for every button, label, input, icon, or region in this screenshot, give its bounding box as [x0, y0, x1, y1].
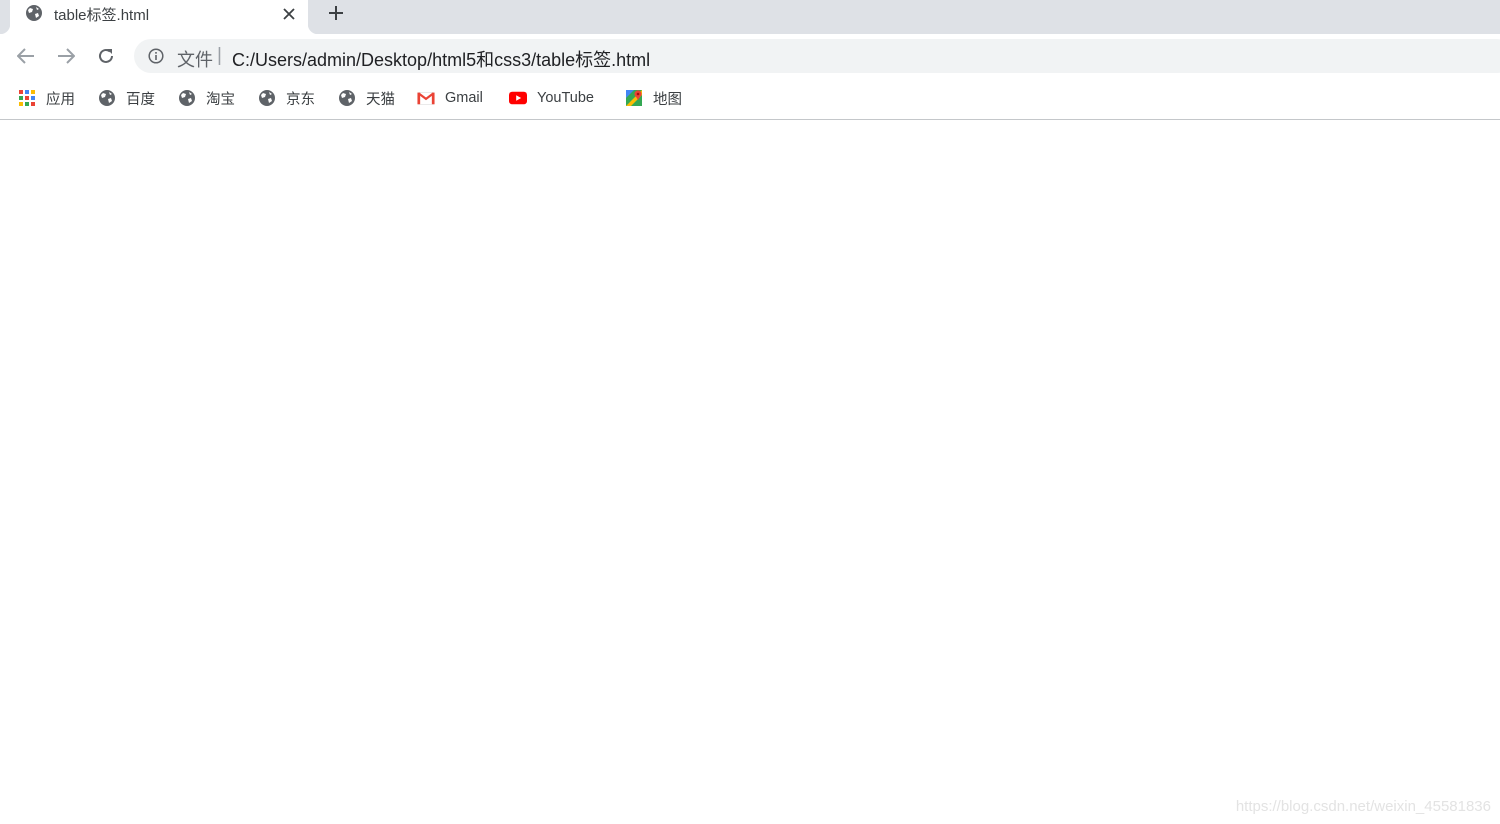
info-icon[interactable]	[148, 48, 164, 64]
arrow-left-icon[interactable]	[14, 44, 38, 68]
arrow-right-icon[interactable]	[54, 44, 78, 68]
bookmark-maps[interactable]: 地图	[625, 88, 682, 108]
maps-icon	[625, 89, 643, 107]
bookmark-label: 百度	[126, 91, 155, 108]
gmail-icon	[417, 89, 435, 107]
globe-icon	[338, 89, 356, 107]
bookmarks-bar: 应用 百度 淘宝 京东 天猫 Gmail YouTube 地图	[0, 78, 1500, 120]
bookmark-gmail[interactable]: Gmail	[417, 88, 483, 108]
bookmark-apps[interactable]: 应用	[18, 88, 75, 108]
apps-grid-icon	[18, 89, 36, 107]
bookmark-tmall[interactable]: 天猫	[338, 88, 395, 108]
bookmark-label: 应用	[46, 91, 75, 108]
reload-icon[interactable]	[94, 44, 118, 68]
bookmark-taobao[interactable]: 淘宝	[178, 88, 235, 108]
bookmark-label: 地图	[653, 91, 682, 108]
bookmark-jd[interactable]: 京东	[258, 88, 315, 108]
tab-title: table标签.html	[54, 7, 150, 24]
scheme-separator: |	[217, 45, 222, 66]
tab-strip: table标签.html	[0, 0, 1500, 34]
bookmark-label: YouTube	[537, 90, 594, 106]
globe-icon	[98, 89, 116, 107]
watermark-text: https://blog.csdn.net/weixin_45581836	[1235, 798, 1491, 815]
bookmark-label: 淘宝	[206, 91, 235, 108]
plus-icon[interactable]	[325, 2, 347, 24]
globe-icon	[258, 89, 276, 107]
address-bar[interactable]: 文件 | C:/Users/admin/Desktop/html5和css3/t…	[134, 39, 1500, 73]
youtube-icon	[509, 89, 527, 107]
globe-icon	[178, 89, 196, 107]
url-text[interactable]: C:/Users/admin/Desktop/html5和css3/table标…	[232, 46, 650, 72]
close-icon[interactable]	[278, 3, 300, 25]
bookmark-label: 京东	[286, 91, 315, 108]
bookmark-baidu[interactable]: 百度	[98, 88, 155, 108]
globe-icon	[25, 4, 43, 22]
page-content: https://blog.csdn.net/weixin_45581836	[0, 120, 1500, 824]
tab-active[interactable]: table标签.html	[0, 0, 318, 34]
scheme-label: 文件	[177, 50, 213, 70]
bookmark-label: Gmail	[445, 90, 483, 106]
browser-toolbar: 文件 | C:/Users/admin/Desktop/html5和css3/t…	[0, 34, 1500, 78]
bookmark-youtube[interactable]: YouTube	[509, 88, 594, 108]
bookmark-label: 天猫	[366, 91, 395, 108]
